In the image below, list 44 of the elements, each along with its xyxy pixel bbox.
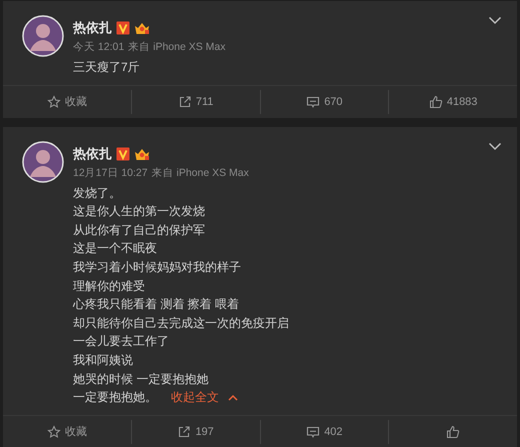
chevron-down-icon[interactable] [488, 142, 502, 151]
verified-badge-icon [116, 146, 130, 161]
favorite-button[interactable]: 收藏 [3, 420, 131, 444]
like-button[interactable]: 41883 [388, 90, 517, 114]
crown-badge-icon [134, 146, 150, 161]
share-icon [177, 424, 192, 439]
repost-button[interactable]: 711 [130, 90, 260, 114]
post-text: 理解你的难受 [73, 278, 146, 295]
post-text: 她哭的时候 一定要抱抱她 [73, 370, 210, 388]
star-icon [46, 424, 61, 439]
comment-icon [306, 424, 320, 439]
post-time: 今天 12:01 [73, 40, 124, 54]
collapse-link[interactable]: 收起全文 [171, 388, 238, 407]
post-text: 发烧了。 [73, 184, 122, 202]
share-icon [178, 94, 192, 109]
post-text: 从此你有了自己的保护军 [73, 222, 206, 239]
post-text: 这是你人生的第一次发烧 [73, 203, 206, 220]
comment-icon [306, 94, 320, 109]
post-text: 一定要抱抱她。 [73, 389, 157, 406]
post-text: 我学习着小时候妈妈对我的样子 [73, 258, 242, 276]
favorite-button[interactable]: 收藏 [3, 90, 131, 114]
avatar[interactable] [22, 140, 64, 183]
comment-button[interactable]: 670 [260, 90, 388, 114]
author-name[interactable]: 热依扎 [73, 144, 112, 163]
post-text: 这是一个不眠夜 [73, 240, 158, 258]
post-source: 来自 iPhone XS Max [128, 40, 226, 54]
thumbs-up-icon [446, 424, 460, 439]
author-name[interactable]: 热依扎 [73, 19, 112, 37]
verified-badge-icon [116, 21, 130, 35]
crown-badge-icon [134, 21, 150, 35]
star-icon [46, 94, 61, 109]
post-text: 三天瘦了7斤 [73, 59, 141, 76]
chevron-down-icon[interactable] [488, 16, 502, 25]
comment-button[interactable]: 402 [260, 420, 388, 444]
post-source: 来自 iPhone XS Max [152, 166, 249, 180]
post-text: 心疼我只能看着 测着 擦着 喂着 [73, 296, 240, 314]
chevron-up-icon [228, 394, 238, 401]
thumbs-up-icon [428, 94, 443, 109]
post-time: 12月17日 10:27 [73, 166, 148, 180]
post-text: 却只能待你自己去完成这一次的免疫开启 [73, 314, 289, 332]
avatar[interactable] [22, 15, 64, 57]
post-text: 我和阿姨说 [73, 352, 134, 369]
post-text: 一会儿要去工作了 [73, 333, 170, 350]
repost-button[interactable]: 197 [130, 420, 260, 444]
